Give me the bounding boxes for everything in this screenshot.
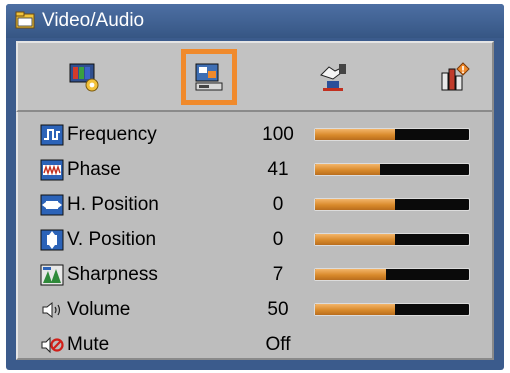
slider-fill (315, 304, 396, 315)
menu-item-v-position[interactable]: V. Position 0 (18, 223, 492, 258)
menu-item-sharpness[interactable]: Sharpness 7 (18, 258, 492, 293)
options-icon (441, 62, 470, 91)
settings-panel: Frequency 100 Phase 41 H. Position 0 V. … (16, 112, 494, 360)
menu-item-label: Sharpness (67, 264, 158, 285)
menu-item-label: Mute (67, 334, 110, 355)
menu-item-label: Frequency (67, 124, 157, 145)
setup-hand-icon (320, 64, 346, 91)
tab-setup[interactable] (305, 49, 361, 105)
slider-fill (315, 269, 386, 280)
menu-item-phase[interactable]: Phase 41 (18, 153, 492, 188)
mute-icon (41, 336, 64, 354)
slider-fill (315, 234, 396, 245)
menu-item-value: 100 (262, 124, 294, 145)
menu-item-h-position[interactable]: H. Position 0 (18, 188, 492, 223)
phase-slider[interactable] (314, 163, 470, 176)
menu-item-volume[interactable]: Volume 50 (18, 293, 492, 328)
v-position-slider[interactable] (314, 233, 470, 246)
frequency-icon (40, 124, 64, 146)
h-position-slider[interactable] (314, 198, 470, 211)
image-settings-icon (69, 63, 99, 92)
menu-item-value[interactable]: Off (254, 333, 302, 357)
frequency-slider[interactable] (314, 128, 470, 141)
title-bar: Video/Audio (6, 4, 504, 38)
menu-title: Video/Audio (42, 10, 145, 31)
menu-item-mute[interactable]: Mute Off (18, 328, 492, 363)
menu-item-value: 50 (267, 299, 289, 320)
menu-item-value: 0 (272, 229, 284, 250)
v-position-icon (40, 229, 64, 251)
folder-icon (15, 11, 35, 29)
slider-fill (315, 129, 396, 140)
menu-item-value: 7 (272, 264, 284, 285)
menu-item-value: 41 (267, 159, 289, 180)
tab-bar (16, 41, 494, 112)
sharpness-slider[interactable] (314, 268, 470, 281)
slider-fill (315, 199, 396, 210)
menu-item-label: Volume (67, 299, 131, 320)
video-audio-icon (195, 63, 223, 91)
h-position-icon (40, 194, 64, 216)
slider-fill (315, 164, 380, 175)
sharpness-icon (40, 264, 64, 286)
tab-options[interactable] (427, 49, 483, 105)
menu-item-frequency[interactable]: Frequency 100 (18, 118, 492, 153)
menu-item-value: 0 (272, 194, 284, 215)
osd-menu: Video/Audio Frequency 100 Phase 41 H. Po… (6, 4, 504, 370)
volume-icon (42, 301, 61, 319)
phase-icon (40, 159, 64, 181)
volume-slider[interactable] (314, 303, 470, 316)
tab-video-audio[interactable] (181, 49, 237, 105)
menu-item-label: Phase (67, 159, 121, 180)
menu-item-label: H. Position (67, 194, 159, 215)
tab-image[interactable] (56, 49, 112, 105)
menu-item-label: V. Position (67, 229, 157, 250)
